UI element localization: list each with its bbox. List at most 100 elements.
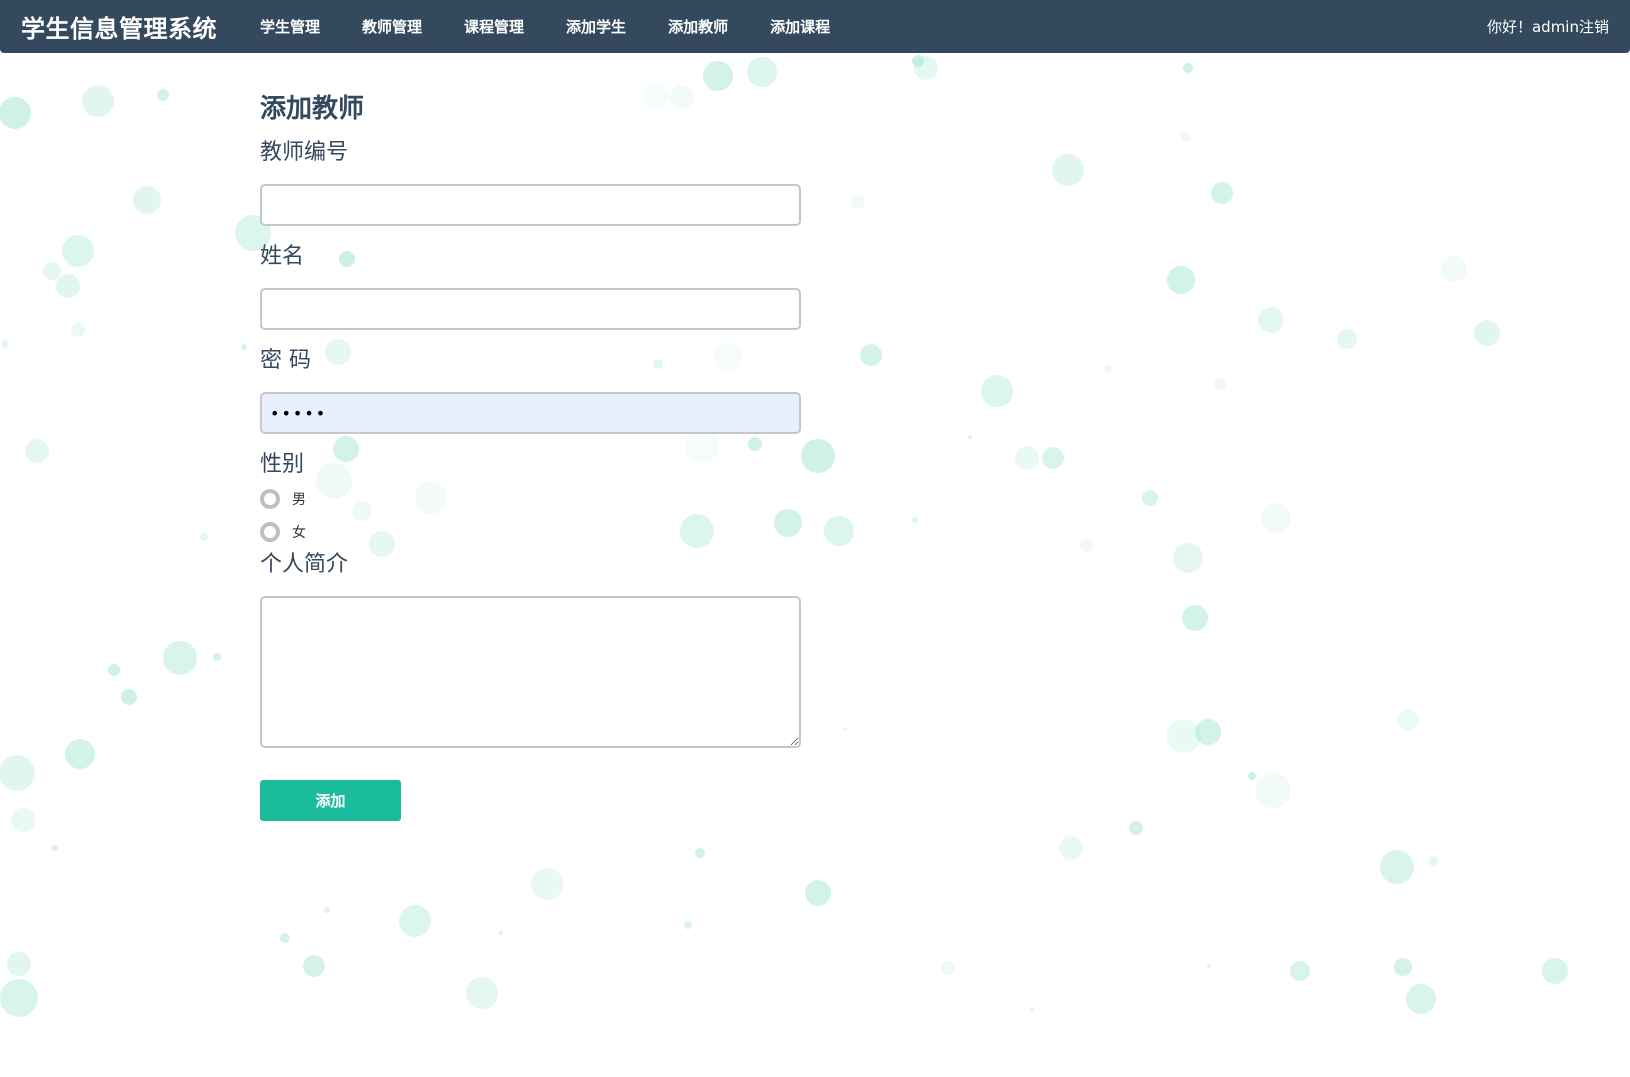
- background-bubble: [1059, 836, 1083, 860]
- background-bubble: [1181, 132, 1191, 142]
- password-label: 密 码: [260, 348, 311, 373]
- background-bubble: [824, 516, 854, 546]
- add-button[interactable]: 添加: [260, 780, 401, 821]
- form-title: 添加教师: [260, 94, 365, 124]
- background-bubble: [1207, 964, 1211, 968]
- background-bubble: [466, 977, 498, 1009]
- radio-male[interactable]: [260, 488, 280, 509]
- nav-item-teacher-management[interactable]: 教师管理: [341, 16, 443, 37]
- background-bubble: [200, 533, 208, 541]
- background-bubble: [843, 727, 847, 731]
- background-bubble: [0, 97, 31, 129]
- background-bubble: [62, 235, 94, 267]
- background-bubble: [1167, 719, 1201, 753]
- background-bubble: [703, 61, 733, 91]
- background-bubble: [1337, 329, 1357, 349]
- add-teacher-form: 添加教师 教师编号 姓名 密 码 性别 男 女 个人简介 添加: [260, 92, 801, 821]
- background-bubble: [1, 340, 9, 348]
- name-input[interactable]: [260, 288, 801, 330]
- top-navbar: 学生信息管理系统 学生管理 教师管理 课程管理 添加学生 添加教师 添加课程 你…: [0, 0, 1630, 53]
- background-bubble: [1142, 490, 1158, 506]
- background-bubble: [1397, 709, 1419, 731]
- background-bubble: [399, 905, 431, 937]
- background-bubble: [1030, 1008, 1034, 1012]
- teacher-id-input[interactable]: [260, 184, 801, 226]
- background-bubble: [25, 439, 49, 463]
- background-bubble: [1052, 154, 1084, 186]
- gender-option-male[interactable]: 男: [260, 482, 801, 515]
- background-bubble: [1380, 850, 1414, 884]
- background-bubble: [0, 755, 35, 791]
- background-bubble: [1258, 307, 1284, 333]
- background-bubble: [1182, 605, 1208, 631]
- background-bubble: [1248, 772, 1256, 780]
- background-bubble: [860, 344, 882, 366]
- background-bubble: [65, 739, 95, 769]
- gender-option-female[interactable]: 女: [260, 515, 801, 548]
- radio-female-label: 女: [292, 524, 306, 541]
- background-bubble: [1406, 984, 1436, 1014]
- background-bubble: [1441, 256, 1467, 282]
- nav-item-student-management[interactable]: 学生管理: [239, 16, 341, 37]
- background-bubble: [71, 323, 85, 337]
- background-bubble: [7, 952, 31, 976]
- background-bubble: [1042, 447, 1064, 469]
- background-bubble: [1129, 821, 1143, 835]
- background-bubble: [241, 344, 247, 350]
- background-bubble: [0, 979, 38, 1017]
- background-bubble: [914, 56, 938, 80]
- background-bubble: [1394, 958, 1412, 976]
- background-bubble: [531, 868, 563, 900]
- background-bubble: [1261, 503, 1291, 533]
- background-bubble: [981, 375, 1013, 407]
- background-bubble: [1104, 365, 1112, 373]
- background-bubble: [1195, 719, 1221, 745]
- nav-item-add-student[interactable]: 添加学生: [545, 16, 647, 37]
- radio-male-label: 男: [292, 491, 306, 508]
- background-bubble: [805, 880, 831, 906]
- background-bubble: [1211, 182, 1233, 204]
- background-bubble: [157, 89, 169, 101]
- background-bubble: [499, 931, 503, 935]
- nav-item-course-management[interactable]: 课程管理: [443, 16, 545, 37]
- background-bubble: [82, 85, 114, 117]
- background-bubble: [1214, 378, 1226, 390]
- background-bubbles: [0, 55, 1568, 1017]
- background-bubble: [213, 653, 221, 661]
- bio-label: 个人简介: [260, 552, 349, 577]
- nav-item-add-teacher[interactable]: 添加教师: [647, 16, 749, 37]
- background-bubble: [851, 195, 865, 209]
- bio-textarea[interactable]: [260, 596, 801, 748]
- background-bubble: [1290, 961, 1310, 981]
- page: 学生信息管理系统 学生管理 教师管理 课程管理 添加学生 添加教师 添加课程 你…: [0, 0, 1630, 1077]
- app-brand[interactable]: 学生信息管理系统: [21, 9, 217, 44]
- radio-female[interactable]: [260, 521, 280, 542]
- background-bubble: [684, 921, 692, 929]
- background-bubble: [43, 262, 61, 280]
- background-bubble: [52, 845, 58, 851]
- background-bubble: [1542, 958, 1568, 984]
- background-bubble: [121, 689, 137, 705]
- background-bubble: [324, 907, 330, 913]
- background-bubble: [303, 955, 325, 977]
- nav-menu: 学生管理 教师管理 课程管理 添加学生 添加教师 添加课程: [239, 16, 851, 37]
- background-bubble: [801, 439, 835, 473]
- password-input[interactable]: [260, 392, 801, 434]
- nav-item-add-course[interactable]: 添加课程: [749, 16, 851, 37]
- background-bubble: [1173, 543, 1203, 573]
- background-bubble: [912, 55, 924, 67]
- background-bubble: [1255, 772, 1291, 808]
- background-bubble: [133, 186, 161, 214]
- background-bubble: [941, 961, 955, 975]
- background-bubble: [108, 664, 120, 676]
- background-bubble: [1428, 856, 1438, 866]
- background-bubble: [1183, 63, 1193, 73]
- background-bubble: [968, 435, 972, 439]
- background-bubble: [11, 808, 35, 832]
- background-bubble: [747, 57, 777, 87]
- user-area: 你好！admin 注销: [1487, 0, 1609, 53]
- background-bubble: [56, 274, 80, 298]
- logout-link[interactable]: 注销: [1579, 16, 1609, 37]
- background-bubble: [1167, 266, 1195, 294]
- name-label: 姓名: [260, 244, 305, 269]
